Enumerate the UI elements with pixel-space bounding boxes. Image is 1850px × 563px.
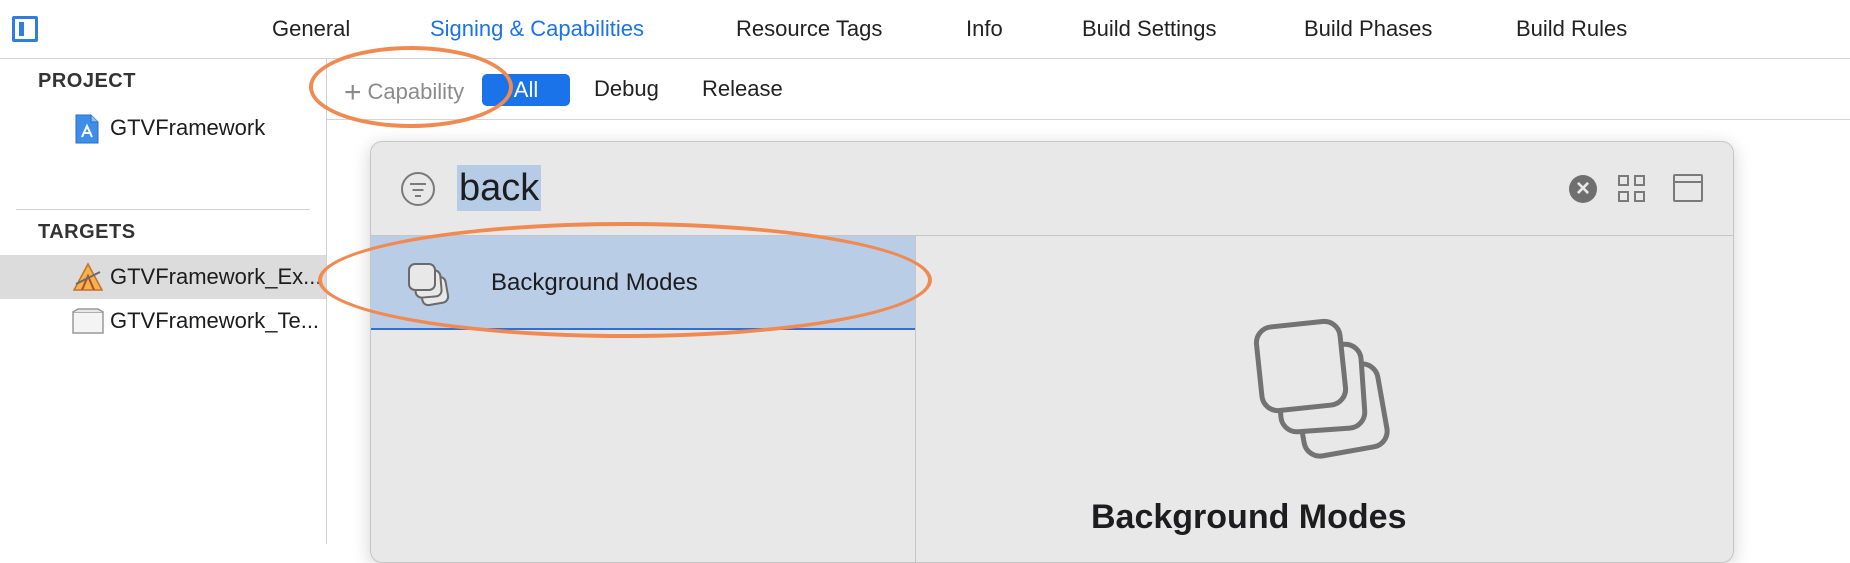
test-bundle-icon (72, 308, 104, 334)
tab-build-phases[interactable]: Build Phases (1304, 14, 1432, 44)
add-capability-label: Capability (367, 79, 465, 104)
tab-build-rules[interactable]: Build Rules (1516, 14, 1627, 44)
sidebar-item-label: GTVFramework_Ex... (110, 264, 322, 289)
tab-resource-tags[interactable]: Resource Tags (736, 14, 882, 44)
filter-release-button[interactable]: Release (702, 76, 783, 102)
filter-all-button[interactable]: All (482, 74, 570, 106)
list-item-label: Background Modes (491, 269, 698, 296)
project-section-header: PROJECT (38, 70, 136, 92)
capability-detail-title: Background Modes (1091, 498, 1407, 536)
background-modes-large-icon (1253, 318, 1390, 459)
tab-info[interactable]: Info (966, 14, 1003, 44)
background-modes-icon (408, 263, 450, 307)
sidebar-item-project[interactable]: GTVFramework (0, 106, 326, 150)
editor-tab-bar: General Signing & Capabilities Resource … (0, 0, 1850, 59)
project-target-sidebar: PROJECT GTVFramework TARGETS GTVFramewor… (0, 59, 327, 544)
plus-icon: + (344, 76, 362, 109)
tab-build-settings[interactable]: Build Settings (1082, 14, 1217, 44)
capability-search-bar: back × (371, 142, 1733, 236)
sidebar-item-target-tests[interactable]: GTVFramework_Te... (0, 299, 326, 343)
sidebar-item-target-extension[interactable]: GTVFramework_Ex... (0, 255, 326, 299)
app-target-icon (72, 262, 104, 291)
filter-icon[interactable] (401, 172, 435, 206)
project-file-icon (75, 114, 99, 144)
filter-debug-button[interactable]: Debug (594, 76, 659, 102)
tab-signing-capabilities[interactable]: Signing & Capabilities (430, 14, 644, 44)
sidebar-item-label: GTVFramework (110, 115, 266, 140)
sidebar-divider (16, 209, 310, 210)
capability-search-input[interactable]: back (457, 165, 542, 211)
tab-general[interactable]: General (272, 14, 350, 44)
clear-search-icon[interactable]: × (1569, 175, 1597, 203)
sidebar-item-label: GTVFramework_Te... (110, 308, 320, 333)
add-capability-button[interactable]: + Capability (344, 76, 464, 110)
sidebar-toggle-icon[interactable] (12, 16, 38, 42)
targets-section-header: TARGETS (38, 221, 136, 243)
detail-pane-toggle-icon[interactable] (1673, 174, 1703, 202)
grid-view-icon[interactable] (1617, 174, 1647, 204)
capability-library-popover: back × Background Modes Background Modes (370, 141, 1734, 563)
